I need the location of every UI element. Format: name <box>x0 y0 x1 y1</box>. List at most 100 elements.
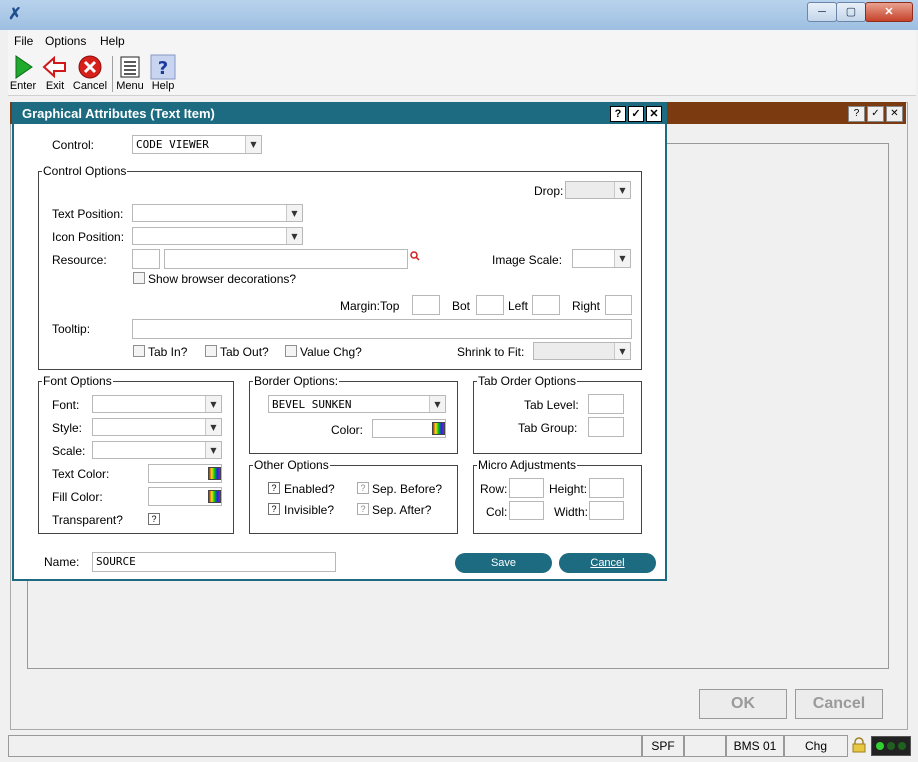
image-scale-select[interactable]: ▼ <box>572 249 631 268</box>
sep-after-checkbox[interactable]: ? <box>357 503 369 515</box>
close-window-button[interactable]: ✕ <box>865 2 913 22</box>
tab-group-label: Tab Group: <box>518 421 578 435</box>
enabled-label: Enabled? <box>284 482 335 496</box>
tab-out-checkbox[interactable] <box>205 345 217 357</box>
tab-in-checkbox[interactable] <box>133 345 145 357</box>
resource-field[interactable] <box>164 249 408 269</box>
svg-text:?: ? <box>158 58 168 79</box>
style-select[interactable]: ▼ <box>92 418 222 436</box>
chevron-down-icon: ▼ <box>245 136 261 153</box>
border-select[interactable]: BEVEL SUNKEN ▼ <box>268 395 446 413</box>
minimize-button[interactable]: ─ <box>807 2 837 22</box>
name-label: Name: <box>44 555 80 569</box>
value-chg-checkbox[interactable] <box>285 345 297 357</box>
chevron-down-icon: ▼ <box>614 182 630 198</box>
app-icon: ✗ <box>8 6 22 23</box>
name-field[interactable]: SOURCE <box>92 552 336 572</box>
background-confirm-button[interactable]: ✓ <box>867 106 884 122</box>
value-chg-label: Value Chg? <box>300 345 362 359</box>
help-toolbar-button[interactable]: ? Help <box>144 54 182 92</box>
maximize-button[interactable]: ▢ <box>836 2 866 22</box>
status-message <box>8 735 642 757</box>
drop-select[interactable]: ▼ <box>565 181 631 199</box>
border-color-label: Color: <box>331 423 364 437</box>
tab-level-label: Tab Level: <box>524 398 579 412</box>
chevron-down-icon: ▼ <box>205 419 221 435</box>
enabled-checkbox[interactable]: ? <box>268 482 280 494</box>
dialog-title: Graphical Attributes (Text Item) <box>22 106 215 121</box>
menu-help[interactable]: Help <box>100 34 125 48</box>
ok-button[interactable]: OK <box>699 689 787 719</box>
show-browser-checkbox[interactable] <box>133 272 145 284</box>
icon-position-label: Icon Position: <box>52 230 125 244</box>
margin-top-field[interactable] <box>412 295 440 315</box>
dialog-help-button[interactable]: ? <box>610 106 626 122</box>
transparent-checkbox[interactable]: ? <box>148 513 160 525</box>
enter-label: Enter <box>9 80 37 92</box>
border-value: BEVEL SUNKEN <box>272 398 352 411</box>
width-field[interactable] <box>589 501 624 520</box>
enter-icon <box>15 55 33 79</box>
text-color-label: Text Color: <box>52 467 110 481</box>
color-picker-icon[interactable] <box>208 490 221 503</box>
chevron-down-icon: ▼ <box>614 343 630 359</box>
height-field[interactable] <box>589 478 624 498</box>
dialog-confirm-button[interactable]: ✓ <box>628 106 644 122</box>
tab-group-field[interactable] <box>588 417 624 437</box>
cancel-toolbar-button[interactable]: Cancel <box>71 54 109 92</box>
status-bms: BMS 01 <box>726 735 784 757</box>
show-browser-label: Show browser decorations? <box>148 272 297 286</box>
tab-level-field[interactable] <box>588 394 624 414</box>
menu-file[interactable]: File <box>14 34 33 48</box>
color-picker-icon[interactable] <box>432 422 445 435</box>
border-options-group <box>249 381 458 454</box>
chevron-down-icon: ▼ <box>286 205 302 221</box>
dialog-close-button[interactable]: ✕ <box>646 106 662 122</box>
background-cancel-button[interactable]: Cancel <box>795 689 883 719</box>
exit-button[interactable]: Exit <box>36 54 74 92</box>
sep-before-checkbox[interactable]: ? <box>357 482 369 494</box>
scale-select[interactable]: ▼ <box>92 441 222 459</box>
save-button[interactable]: Save <box>455 553 552 573</box>
search-icon[interactable] <box>410 250 420 261</box>
margin-left-field[interactable] <box>532 295 560 315</box>
cancel-x-icon <box>78 55 102 79</box>
sep-before-label: Sep. Before? <box>372 482 443 496</box>
col-label: Col: <box>486 505 508 519</box>
background-help-button[interactable]: ? <box>848 106 865 122</box>
status-spf: SPF <box>642 735 684 757</box>
text-position-select[interactable]: ▼ <box>132 204 303 222</box>
transparent-label: Transparent? <box>52 513 123 527</box>
control-select[interactable]: CODE VIEWER ▼ <box>132 135 262 154</box>
resource-type-field[interactable] <box>132 249 160 269</box>
chevron-down-icon: ▼ <box>429 396 445 412</box>
cancel-button[interactable]: Cancel <box>559 553 656 573</box>
tooltip-field[interactable] <box>132 319 632 339</box>
font-select[interactable]: ▼ <box>92 395 222 413</box>
lock-icon <box>851 737 867 753</box>
name-value: SOURCE <box>96 555 136 568</box>
chevron-down-icon: ▼ <box>205 442 221 458</box>
col-field[interactable] <box>509 501 544 520</box>
invisible-checkbox[interactable]: ? <box>268 503 280 515</box>
tooltip-label: Tooltip: <box>52 322 91 336</box>
width-label: Width: <box>554 505 589 519</box>
chevron-down-icon: ▼ <box>205 396 221 412</box>
menu-options[interactable]: Options <box>45 34 86 48</box>
icon-position-select[interactable]: ▼ <box>132 227 303 245</box>
scale-label: Scale: <box>52 444 86 458</box>
margin-right-field[interactable] <box>605 295 632 315</box>
exit-arrow-icon <box>42 55 66 79</box>
text-position-label: Text Position: <box>52 207 124 221</box>
shrink-select[interactable]: ▼ <box>533 342 631 360</box>
margin-bot-field[interactable] <box>476 295 504 315</box>
color-picker-icon[interactable] <box>208 467 221 480</box>
control-value: CODE VIEWER <box>136 138 209 151</box>
background-close-button[interactable]: ✕ <box>886 106 903 122</box>
fill-color-label: Fill Color: <box>52 490 103 504</box>
style-label: Style: <box>52 421 83 435</box>
row-label: Row: <box>480 482 508 496</box>
micro-adjustments-legend: Micro Adjustments <box>477 458 578 472</box>
row-field[interactable] <box>509 478 544 498</box>
cancel-label: Cancel <box>72 80 108 92</box>
